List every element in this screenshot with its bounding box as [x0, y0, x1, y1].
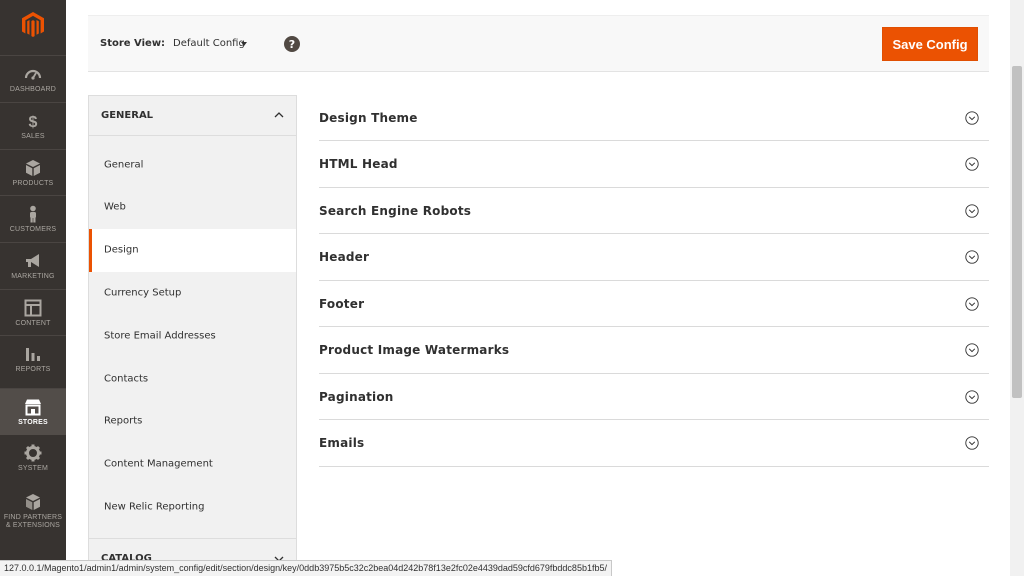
person-icon [30, 205, 36, 222]
scrollbar[interactable] [1010, 0, 1024, 576]
config-tabs: GENERAL CATALOG General Web Design Currency… [88, 95, 297, 576]
svg-text:$: $ [29, 114, 38, 130]
status-url: 127.0.0.1/Magento1/admin1/admin/system_c… [0, 560, 612, 576]
section-title: Search Engine Robots [319, 203, 472, 218]
gear-icon [24, 444, 42, 461]
section-title: Emails [319, 436, 365, 450]
cube-icon [26, 493, 40, 510]
tab-label: Currency Setup [104, 287, 182, 299]
tab-label: Content Management [104, 458, 213, 470]
expand-circle-icon[interactable] [965, 343, 979, 357]
nav-item-marketing[interactable]: MARKETING [0, 243, 66, 289]
save-config-button[interactable]: Save Config [882, 27, 978, 61]
section-pagination[interactable]: Pagination [319, 374, 989, 420]
storefront-icon [25, 399, 41, 415]
section-emails[interactable]: Emails [319, 421, 989, 467]
expand-circle-icon[interactable] [965, 389, 979, 404]
store-view-label: Store View: [100, 38, 166, 49]
nav-item-products[interactable]: PRODUCTS [0, 150, 66, 196]
layout-icon [24, 299, 42, 316]
tab-group-general[interactable]: GENERAL [89, 96, 296, 136]
tab-label: Reports [104, 415, 143, 427]
scrollbar-thumb[interactable] [1012, 66, 1022, 398]
bar-chart-icon [26, 347, 40, 361]
nav-item-sales[interactable]: $ SALES [0, 103, 66, 149]
expand-circle-icon[interactable] [965, 110, 979, 125]
nav-item-find-partners-extensions[interactable]: FIND PARTNERS & EXTENSIONS [0, 482, 66, 540]
nav-item-label: SYSTEM [18, 464, 48, 472]
section-title: HTML Head [319, 157, 398, 171]
tab-design[interactable]: Design [89, 228, 296, 272]
tab-label: General [104, 159, 144, 170]
section-header[interactable]: Header [319, 235, 989, 281]
help-icon[interactable]: ? [284, 36, 300, 52]
section-product-image-watermarks[interactable]: Product Image Watermarks [319, 328, 989, 374]
nav-item-label: DASHBOARD [9, 85, 57, 93]
nav-item-stores[interactable]: STORES [0, 389, 66, 435]
section-title: Pagination [319, 389, 394, 404]
tab-label: New Relic Reporting [104, 501, 205, 513]
box-icon [26, 159, 40, 176]
tab-label: Contacts [104, 373, 149, 384]
expand-circle-icon[interactable] [965, 436, 979, 450]
dollar-icon: $ [29, 114, 38, 130]
megaphone-icon [26, 253, 39, 267]
expand-circle-icon[interactable] [965, 250, 979, 264]
tab-general[interactable]: General [89, 143, 296, 186]
tab-label: Web [104, 201, 126, 213]
nav-item-reports[interactable]: REPORTS [0, 336, 66, 382]
section-html-head[interactable]: HTML Head [319, 142, 989, 188]
nav-item-label: STORES [18, 418, 48, 426]
nav-item-content[interactable]: CONTENT [0, 290, 66, 336]
section-title: Design Theme [319, 110, 418, 125]
section-footer[interactable]: Footer [319, 281, 989, 327]
admin-sidebar: DASHBOARD $ SALES PRODUCTS CUSTOMERS MARKETIN… [0, 0, 66, 576]
store-view-switcher[interactable]: Default Config [173, 38, 245, 49]
chevron-down-icon[interactable] [241, 42, 247, 46]
nav-item-dashboard[interactable]: DASHBOARD [0, 56, 66, 102]
magento-logo[interactable] [0, 0, 66, 50]
nav-item-label: PRODUCTS [12, 179, 54, 187]
nav-item-label: FIND PARTNERS & EXTENSIONS [3, 513, 63, 529]
tab-store-email-addresses[interactable]: Store Email Addresses [89, 314, 296, 357]
tab-new-relic-reporting[interactable]: New Relic Reporting [89, 485, 296, 528]
expand-circle-icon[interactable] [965, 296, 979, 311]
speedometer-icon [24, 69, 42, 80]
nav-item-label: CUSTOMERS [9, 225, 57, 233]
section-search-engine-robots[interactable]: Search Engine Robots [319, 188, 989, 234]
tab-group-title: GENERAL [101, 110, 154, 121]
section-design-theme[interactable]: Design Theme [319, 95, 989, 141]
section-title: Product Image Watermarks [319, 343, 510, 357]
expand-circle-icon[interactable] [965, 157, 979, 171]
nav-item-label: MARKETING [11, 272, 55, 280]
nav-item-label: CONTENT [15, 319, 51, 327]
tab-web[interactable]: Web [89, 186, 296, 229]
section-title: Header [319, 250, 370, 264]
page-actions-bar: Store View: Default Config ? Save Config [88, 15, 989, 72]
tab-contacts[interactable]: Contacts [89, 357, 296, 400]
expand-circle-icon[interactable] [965, 203, 979, 218]
nav-item-system[interactable]: SYSTEM [0, 435, 66, 481]
magento-logo-icon [22, 12, 44, 37]
section-title: Footer [319, 296, 365, 311]
tab-label: Store Email Addresses [104, 330, 216, 342]
nav-item-label: REPORTS [15, 365, 51, 373]
chevron-up-icon [274, 112, 284, 118]
tab-label: Design [104, 244, 139, 256]
tab-currency-setup[interactable]: Currency Setup [89, 271, 296, 314]
tab-reports[interactable]: Reports [89, 400, 296, 443]
tab-content-management[interactable]: Content Management [89, 443, 296, 486]
nav-item-label: SALES [21, 132, 45, 140]
nav-item-customers[interactable]: CUSTOMERS [0, 196, 66, 242]
